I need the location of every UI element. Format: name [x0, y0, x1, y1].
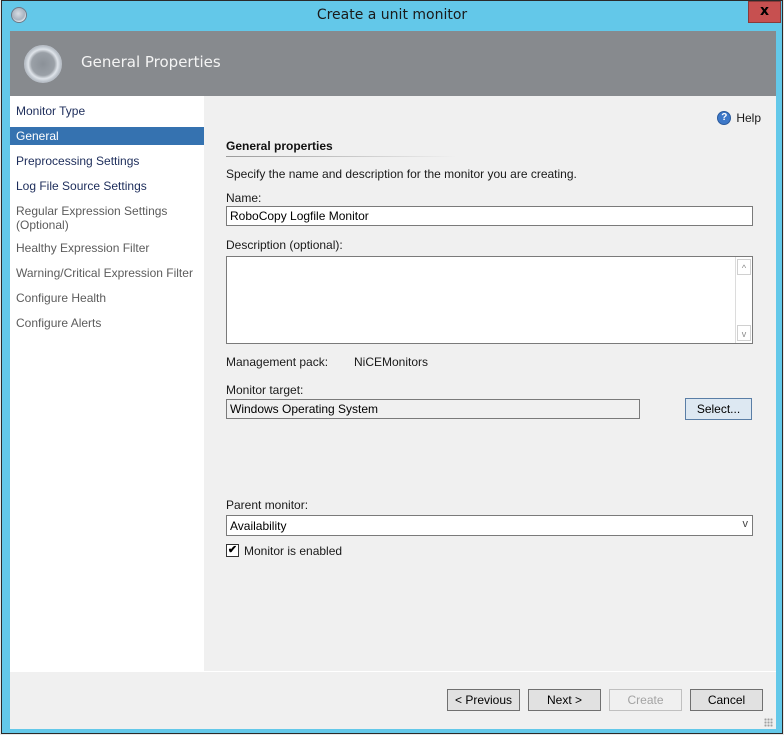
nav-item-general[interactable]: General: [10, 127, 204, 145]
description-textarea[interactable]: ^ v: [226, 256, 753, 344]
nav-item-log-file-source-settings[interactable]: Log File Source Settings: [10, 179, 204, 193]
nav-item-healthy-expression-filter: Healthy Expression Filter: [16, 241, 150, 255]
close-button[interactable]: x: [748, 1, 781, 23]
page-title: General Properties: [81, 53, 221, 71]
help-icon: ?: [717, 111, 732, 125]
parent-monitor-value: Availability: [230, 518, 287, 533]
parent-monitor-dropdown[interactable]: Availability v: [226, 515, 753, 536]
chevron-down-icon: v: [742, 518, 749, 530]
wizard-header: General Properties: [10, 31, 776, 96]
monitor-enabled-checkbox[interactable]: ✔: [226, 544, 239, 557]
main-content: ? Help General properties Specify the na…: [204, 96, 776, 671]
management-pack-value: NiCEMonitors: [354, 355, 429, 369]
monitor-target-value: Windows Operating System: [230, 402, 379, 416]
resize-grip-icon[interactable]: [764, 718, 773, 727]
help-label: Help: [736, 111, 761, 125]
nav-item-monitor-type[interactable]: Monitor Type: [10, 104, 204, 118]
nav-item-label-sub: (Optional): [16, 218, 69, 232]
name-label: Name:: [226, 191, 262, 205]
create-button: Create: [609, 689, 682, 711]
nav-item-configure-health: Configure Health: [16, 291, 107, 305]
description-label: Description (optional):: [226, 238, 343, 252]
parent-monitor-label: Parent monitor:: [226, 498, 309, 512]
nav-item-regular-expression-settings: Regular Expression Settings (Optional): [10, 204, 204, 232]
nav-item-label: Regular Expression Settings: [16, 204, 168, 218]
wizard-steps-nav: Monitor Type General Preprocessing Setti…: [10, 96, 204, 671]
wizard-orb-icon: [24, 45, 62, 83]
help-link[interactable]: ? Help: [717, 111, 761, 125]
monitor-target-label: Monitor target:: [226, 383, 304, 397]
cancel-button[interactable]: Cancel: [690, 689, 763, 711]
nav-item-preprocessing-settings[interactable]: Preprocessing Settings: [10, 154, 204, 168]
scroll-up-icon[interactable]: ^: [737, 259, 751, 275]
window-title: Create a unit monitor: [316, 7, 468, 23]
section-title: General properties: [226, 139, 333, 153]
nav-item-configure-alerts: Configure Alerts: [16, 316, 102, 330]
monitor-enabled-label: Monitor is enabled: [244, 544, 343, 558]
management-pack-label: Management pack:: [226, 355, 329, 369]
nav-item-warning-critical-expression-filter: Warning/Critical Expression Filter: [16, 266, 193, 280]
previous-button[interactable]: < Previous: [447, 689, 520, 711]
name-value: RoboCopy Logfile Monitor: [230, 209, 369, 223]
section-divider: [226, 156, 456, 157]
monitor-target-field: Windows Operating System: [226, 399, 640, 419]
next-button[interactable]: Next >: [528, 689, 601, 711]
name-input[interactable]: RoboCopy Logfile Monitor: [226, 206, 753, 226]
wizard-footer: < Previous Next > Create Cancel: [10, 671, 776, 729]
select-target-button[interactable]: Select...: [685, 398, 752, 420]
title-bar[interactable]: Create a unit monitor x: [2, 1, 782, 31]
scroll-down-icon[interactable]: v: [737, 325, 751, 341]
description-scrollbar[interactable]: ^ v: [735, 257, 752, 343]
dialog-window: Create a unit monitor x General Properti…: [1, 0, 783, 734]
instruction-text: Specify the name and description for the…: [226, 167, 577, 181]
